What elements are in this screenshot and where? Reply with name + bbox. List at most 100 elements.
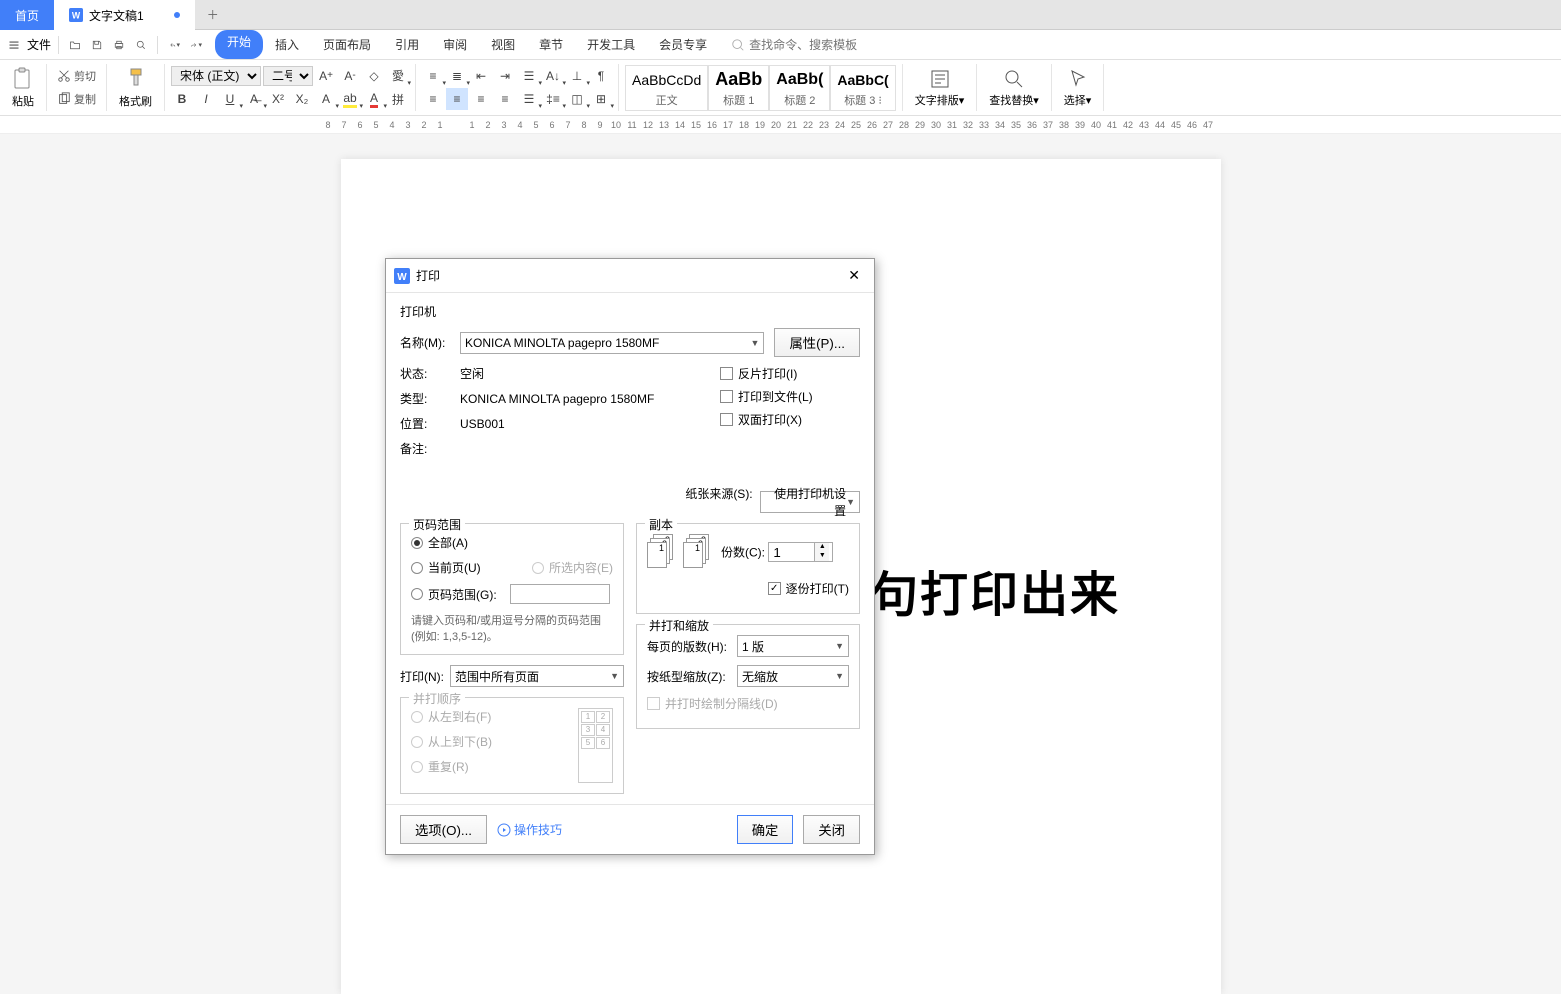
- print-to-file-checkbox[interactable]: 打印到文件(L): [720, 388, 860, 405]
- menu-tab-insert[interactable]: 插入: [263, 30, 311, 59]
- paste-button[interactable]: 粘贴: [6, 65, 40, 111]
- select-button[interactable]: 选择▾: [1058, 66, 1098, 110]
- decrease-font-button[interactable]: A-: [339, 65, 361, 87]
- paper-source-select[interactable]: 使用打印机设置▼: [760, 491, 860, 513]
- preview-icon[interactable]: [132, 36, 150, 54]
- superscript-button[interactable]: X²: [267, 88, 289, 110]
- font-size-select[interactable]: 二号: [263, 66, 313, 86]
- change-case-button[interactable]: 愛: [387, 65, 409, 87]
- new-tab-button[interactable]: ＋: [195, 0, 231, 29]
- menu-tab-dev[interactable]: 开发工具: [575, 30, 647, 59]
- command-search[interactable]: [731, 38, 869, 52]
- close-button[interactable]: ✕: [842, 265, 866, 286]
- shading-button[interactable]: ◫: [566, 88, 588, 110]
- menu-tab-layout[interactable]: 页面布局: [311, 30, 383, 59]
- range-pages-radio[interactable]: 页码范围(G):: [411, 584, 613, 604]
- print-icon[interactable]: [110, 36, 128, 54]
- style-heading2[interactable]: AaBb(标题 2: [769, 65, 830, 111]
- copies-down[interactable]: ▼: [815, 552, 829, 561]
- tips-link[interactable]: 操作技巧: [497, 821, 562, 838]
- increase-indent-button[interactable]: ⇥: [494, 65, 516, 87]
- save-icon[interactable]: [88, 36, 106, 54]
- style-normal[interactable]: AaBbCcDd正文: [625, 65, 708, 111]
- layout-icon: [929, 68, 951, 90]
- text-effects-button[interactable]: A: [315, 88, 337, 110]
- range-current-radio[interactable]: 当前页(U): [411, 559, 481, 576]
- properties-button[interactable]: 属性(P)...: [774, 328, 860, 357]
- scale-select[interactable]: 无缩放▼: [737, 665, 849, 687]
- menu-tab-view[interactable]: 视图: [479, 30, 527, 59]
- copies-up[interactable]: ▲: [815, 543, 829, 552]
- sort-button[interactable]: A↓: [542, 65, 564, 87]
- draw-borders-checkbox: 并打时绘制分隔线(D): [647, 695, 849, 712]
- reverse-print-checkbox[interactable]: 反片打印(I): [720, 365, 860, 382]
- style-gallery[interactable]: AaBbCcDd正文 AaBb标题 1 AaBb(标题 2 AaBbC(标题 3…: [625, 65, 896, 111]
- align-left-button[interactable]: ≡: [422, 88, 444, 110]
- menu-tab-section[interactable]: 章节: [527, 30, 575, 59]
- home-tab[interactable]: 首页: [0, 0, 54, 30]
- redo-icon[interactable]: ▾: [187, 36, 205, 54]
- align-center-button[interactable]: ≡: [446, 88, 468, 110]
- align-right-button[interactable]: ≡: [470, 88, 492, 110]
- pages-per-sheet-select[interactable]: 1 版▼: [737, 635, 849, 657]
- dialog-titlebar: W 打印 ✕: [386, 259, 874, 293]
- numbering-button[interactable]: ≣: [446, 65, 468, 87]
- paper-source-label: 纸张来源(S):: [685, 487, 752, 501]
- options-button[interactable]: 选项(O)...: [400, 815, 487, 844]
- format-painter-button[interactable]: 格式刷: [113, 65, 158, 111]
- style-heading1[interactable]: AaBb标题 1: [708, 65, 769, 111]
- range-all-radio[interactable]: 全部(A): [411, 534, 613, 551]
- page-range-input[interactable]: [510, 584, 610, 604]
- increase-font-button[interactable]: A+: [315, 65, 337, 87]
- underline-button[interactable]: U: [219, 88, 241, 110]
- copies-spinner[interactable]: ▲▼: [768, 542, 833, 562]
- phonetic-button[interactable]: 拼: [387, 88, 409, 110]
- status-value: 空闲: [460, 365, 484, 382]
- show-marks-button[interactable]: ¶: [590, 65, 612, 87]
- svg-text:W: W: [397, 272, 407, 283]
- word-doc-icon: W: [69, 8, 83, 22]
- distribute-button[interactable]: ☰: [518, 88, 540, 110]
- menu-icon[interactable]: [5, 36, 23, 54]
- text-layout-button[interactable]: 文字排版▾: [909, 66, 971, 110]
- play-icon: [497, 823, 511, 837]
- font-name-select[interactable]: 宋体 (正文): [171, 66, 261, 86]
- document-tab[interactable]: W 文字文稿1: [54, 0, 195, 30]
- undo-icon[interactable]: ▾: [165, 36, 183, 54]
- bold-button[interactable]: B: [171, 88, 193, 110]
- strikethrough-button[interactable]: A̶: [243, 88, 265, 110]
- font-color-button[interactable]: A: [363, 88, 385, 110]
- file-menu[interactable]: 文件: [27, 36, 51, 53]
- open-folder-icon[interactable]: [66, 36, 84, 54]
- style-heading3[interactable]: AaBbC(标题 3 ⁝: [830, 65, 895, 111]
- italic-button[interactable]: I: [195, 88, 217, 110]
- print-what-select[interactable]: 范围中所有页面▼: [450, 665, 624, 687]
- menu-tab-review[interactable]: 审阅: [431, 30, 479, 59]
- find-replace-button[interactable]: 查找替换▾: [983, 66, 1045, 110]
- spacing-button[interactable]: ☰: [518, 65, 540, 87]
- copy-button[interactable]: 复制: [53, 89, 100, 109]
- borders-button[interactable]: ⊞: [590, 88, 612, 110]
- duplex-checkbox[interactable]: 双面打印(X): [720, 411, 860, 428]
- clear-format-button[interactable]: ◇: [363, 65, 385, 87]
- decrease-indent-button[interactable]: ⇤: [470, 65, 492, 87]
- order-repeat-radio: 重复(R): [411, 758, 492, 775]
- tabs-button[interactable]: ⊥: [566, 65, 588, 87]
- printer-select[interactable]: KONICA MINOLTA pagepro 1580MF▼: [460, 332, 764, 354]
- printer-section-label: 打印机: [400, 303, 860, 320]
- subscript-button[interactable]: X₂: [291, 88, 313, 110]
- line-spacing-button[interactable]: ‡≡: [542, 88, 564, 110]
- copies-input[interactable]: [769, 543, 814, 561]
- cut-button[interactable]: 剪切: [53, 66, 100, 86]
- name-label: 名称(M):: [400, 334, 460, 351]
- collate-checkbox[interactable]: 逐份打印(T): [647, 580, 849, 597]
- menu-tab-member[interactable]: 会员专享: [647, 30, 719, 59]
- menu-tab-reference[interactable]: 引用: [383, 30, 431, 59]
- ok-button[interactable]: 确定: [737, 815, 794, 844]
- menu-tab-start[interactable]: 开始: [215, 30, 263, 59]
- bullets-button[interactable]: ≡: [422, 65, 444, 87]
- close-dialog-button[interactable]: 关闭: [803, 815, 860, 844]
- justify-button[interactable]: ≡: [494, 88, 516, 110]
- highlight-button[interactable]: ab: [339, 88, 361, 110]
- search-input[interactable]: [749, 38, 869, 52]
